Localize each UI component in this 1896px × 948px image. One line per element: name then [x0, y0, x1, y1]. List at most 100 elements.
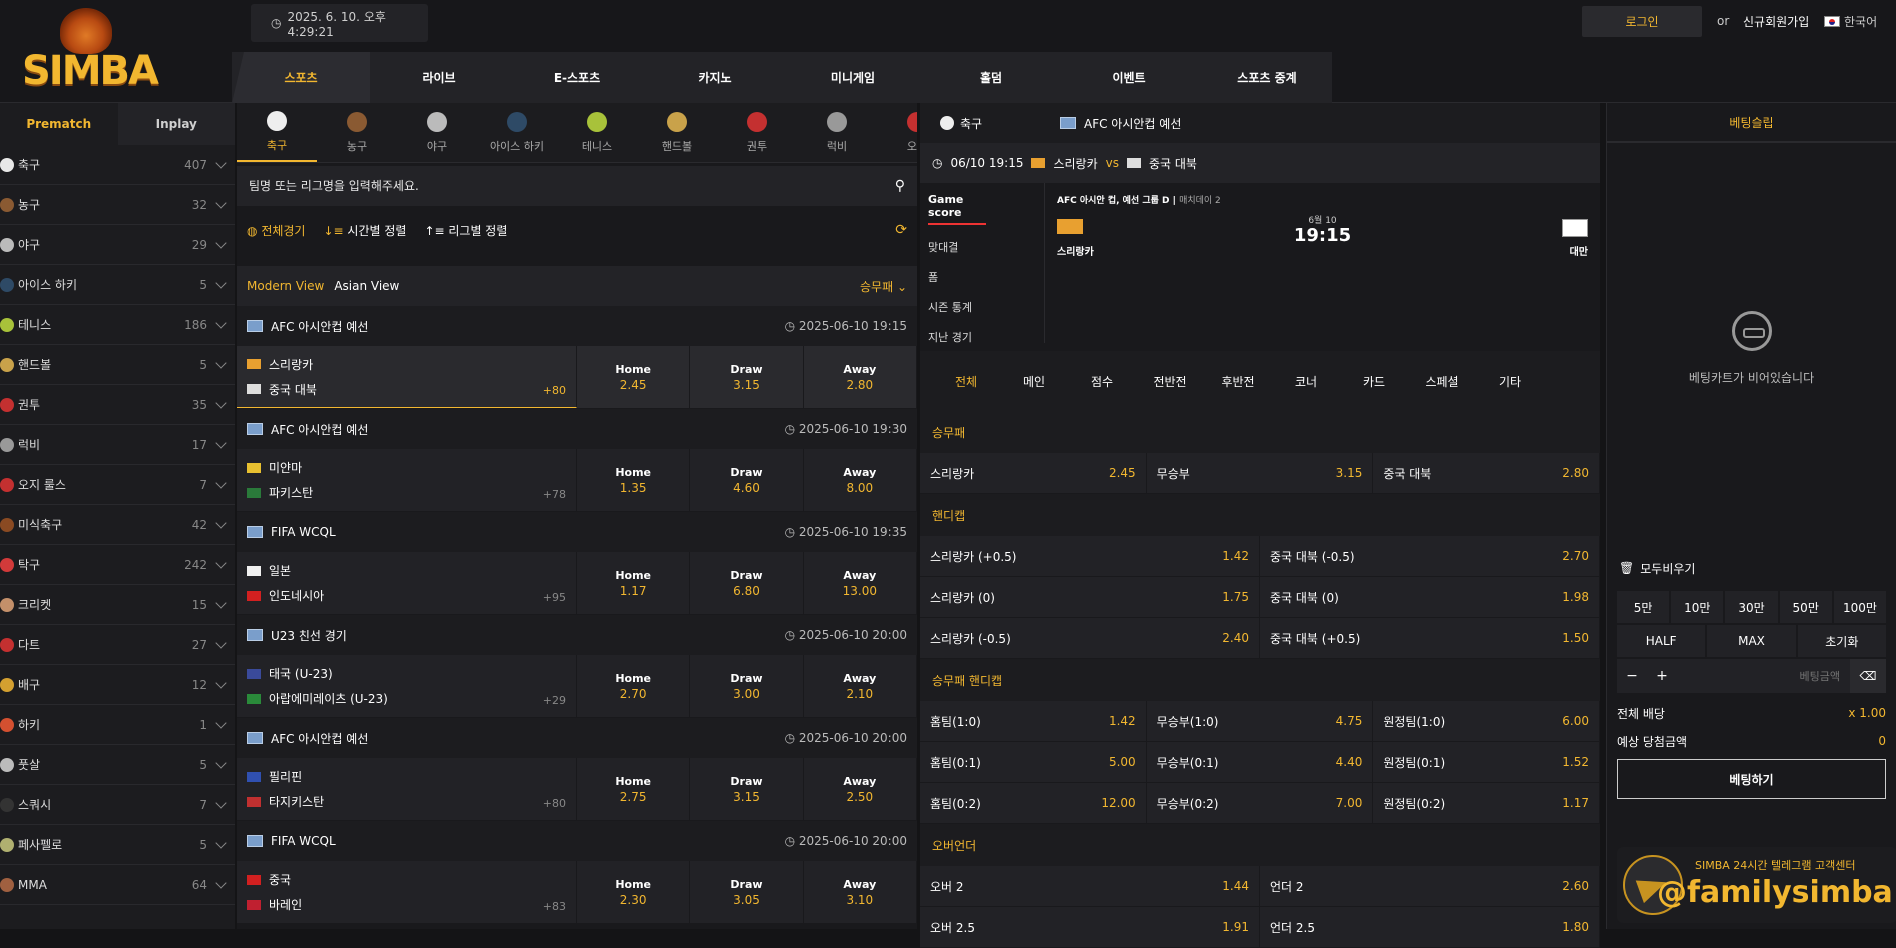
- match-teams[interactable]: 필리핀 타지키스탄 +80: [237, 758, 577, 820]
- odds-button[interactable]: Home 2.70: [577, 655, 691, 717]
- sidebar-item-15[interactable]: 풋살 5: [0, 745, 235, 785]
- sidebar-item-13[interactable]: 배구 12: [0, 665, 235, 705]
- nav-casino[interactable]: 카지노: [646, 52, 784, 103]
- market-odds-button[interactable]: 원정팀(0:1) 1.52: [1373, 742, 1601, 782]
- market-odds-button[interactable]: 중국 대북 (+0.5) 1.50: [1260, 618, 1600, 658]
- market-odds-button[interactable]: 스리랑카 (0) 1.75: [920, 577, 1260, 617]
- score-menu-form[interactable]: 폼: [928, 269, 1036, 285]
- sidebar-item-9[interactable]: 미식축구 42: [0, 505, 235, 545]
- bet-amount-input[interactable]: [1677, 669, 1850, 683]
- amount-button-2[interactable]: 30만: [1725, 591, 1778, 623]
- market-select[interactable]: 승무패 ⌄: [860, 278, 907, 295]
- score-menu-game-score[interactable]: Game score: [928, 193, 986, 225]
- search-icon[interactable]: ⚲: [895, 178, 905, 194]
- amount-action-0[interactable]: HALF: [1617, 625, 1706, 657]
- detail-league[interactable]: AFC 아시안컵 예선: [1020, 115, 1181, 132]
- sport-tab-2[interactable]: 야구: [397, 103, 477, 162]
- more-markets-count[interactable]: +80: [543, 384, 566, 397]
- odds-button[interactable]: Home 1.17: [577, 552, 691, 614]
- filter-by-time[interactable]: ↓≡ 시간별 정렬: [323, 222, 406, 239]
- market-odds-button[interactable]: 원정팀(1:0) 6.00: [1373, 701, 1601, 741]
- login-button[interactable]: 로그인: [1582, 6, 1702, 37]
- nav-live[interactable]: 라이브: [370, 52, 508, 103]
- odds-button[interactable]: Home 2.30: [577, 861, 691, 923]
- sidebar-item-10[interactable]: 탁구 242: [0, 545, 235, 585]
- market-odds-button[interactable]: 무승부(0:2) 7.00: [1147, 783, 1374, 823]
- nav-esports[interactable]: E-스포츠: [508, 52, 646, 103]
- odds-button[interactable]: Draw 6.80: [690, 552, 804, 614]
- match-teams[interactable]: 스리랑카 중국 대북 +80: [237, 346, 577, 408]
- bet-tab-4[interactable]: 후반전: [1204, 373, 1272, 390]
- sport-tab-5[interactable]: 핸드볼: [637, 103, 717, 162]
- market-odds-button[interactable]: 홈팀(0:1) 5.00: [920, 742, 1147, 782]
- market-odds-button[interactable]: 원정팀(0:2) 1.17: [1373, 783, 1601, 823]
- more-markets-count[interactable]: +95: [543, 591, 566, 604]
- sport-tab-4[interactable]: 테니스: [557, 103, 637, 162]
- filter-by-league[interactable]: ↑≡ 리그별 정렬: [424, 222, 507, 239]
- match-teams[interactable]: 태국 (U-23) 아랍에미레이츠 (U-23) +29: [237, 655, 577, 717]
- score-menu-last-games[interactable]: 지난 경기: [928, 329, 1036, 345]
- sidebar-item-14[interactable]: 하키 1: [0, 705, 235, 745]
- sport-tab-1[interactable]: 농구: [317, 103, 397, 162]
- increase-button[interactable]: +: [1647, 668, 1677, 684]
- bet-tab-5[interactable]: 코너: [1272, 373, 1340, 390]
- sport-tab-6[interactable]: 권투: [717, 103, 797, 162]
- modern-view-toggle[interactable]: Modern View: [247, 279, 324, 293]
- asian-view-toggle[interactable]: Asian View: [334, 279, 399, 293]
- tab-prematch[interactable]: Prematch: [0, 103, 118, 145]
- odds-button[interactable]: Draw 3.15: [690, 346, 804, 408]
- match-row[interactable]: 미얀마 파키스탄 +78 Home 1.35 Draw 4.60 Away 8.00: [237, 449, 917, 512]
- sidebar-item-12[interactable]: 다트 27: [0, 625, 235, 665]
- market-odds-button[interactable]: 스리랑카 (-0.5) 2.40: [920, 618, 1260, 658]
- market-odds-button[interactable]: 언더 2.5 1.80: [1260, 907, 1600, 947]
- odds-button[interactable]: Draw 3.00: [690, 655, 804, 717]
- nav-sports-stream[interactable]: 스포츠 중계: [1198, 52, 1336, 103]
- odds-button[interactable]: Away 13.00: [804, 552, 917, 614]
- sidebar-item-3[interactable]: 아이스 하키 5: [0, 265, 235, 305]
- signup-link[interactable]: 신규회원가입: [1743, 13, 1809, 30]
- sport-tab-3[interactable]: 아이스 하키: [477, 103, 557, 162]
- market-odds-button[interactable]: 무승부(1:0) 4.75: [1147, 701, 1374, 741]
- odds-button[interactable]: Home 1.35: [577, 449, 691, 511]
- odds-button[interactable]: Home 2.45: [577, 346, 691, 408]
- search-input[interactable]: [249, 179, 849, 193]
- sport-tab-0[interactable]: 축구: [237, 103, 317, 162]
- amount-button-0[interactable]: 5만: [1617, 591, 1670, 623]
- language-selector[interactable]: 한국어: [1824, 13, 1877, 30]
- sport-tab-8[interactable]: 오지: [877, 103, 917, 162]
- odds-button[interactable]: Home 2.75: [577, 758, 691, 820]
- sidebar-item-1[interactable]: 농구 32: [0, 185, 235, 225]
- sidebar-item-0[interactable]: 축구 407: [0, 145, 235, 185]
- bet-tab-6[interactable]: 카드: [1340, 373, 1408, 390]
- market-odds-button[interactable]: 스리랑카 (+0.5) 1.42: [920, 536, 1260, 576]
- match-row[interactable]: 중국 바레인 +83 Home 2.30 Draw 3.05 Away 3.10: [237, 861, 917, 924]
- more-markets-count[interactable]: +29: [543, 694, 566, 707]
- tab-inplay[interactable]: Inplay: [117, 103, 235, 145]
- odds-button[interactable]: Draw 3.15: [690, 758, 804, 820]
- sidebar-item-7[interactable]: 럭비 17: [0, 425, 235, 465]
- odds-button[interactable]: Away 8.00: [804, 449, 917, 511]
- odds-button[interactable]: Away 2.50: [804, 758, 917, 820]
- match-teams[interactable]: 일본 인도네시아 +95: [237, 552, 577, 614]
- market-odds-button[interactable]: 무승부 3.15: [1147, 453, 1374, 493]
- nav-minigame[interactable]: 미니게임: [784, 52, 922, 103]
- refresh-icon[interactable]: ⟳: [895, 222, 907, 238]
- market-odds-button[interactable]: 중국 대북 (0) 1.98: [1260, 577, 1600, 617]
- filter-all[interactable]: ◍ 전체경기: [247, 222, 305, 239]
- sidebar-item-5[interactable]: 핸드볼 5: [0, 345, 235, 385]
- market-odds-button[interactable]: 홈팀(1:0) 1.42: [920, 701, 1147, 741]
- amount-button-4[interactable]: 100만: [1833, 591, 1887, 623]
- match-row[interactable]: 필리핀 타지키스탄 +80 Home 2.75 Draw 3.15 Away 2.50: [237, 758, 917, 821]
- more-markets-count[interactable]: +83: [543, 900, 566, 913]
- odds-button[interactable]: Away 3.10: [804, 861, 917, 923]
- match-teams[interactable]: 중국 바레인 +83: [237, 861, 577, 923]
- market-odds-button[interactable]: 스리랑카 2.45: [920, 453, 1147, 493]
- odds-button[interactable]: Draw 4.60: [690, 449, 804, 511]
- nav-event[interactable]: 이벤트: [1060, 52, 1198, 103]
- market-odds-button[interactable]: 무승부(0:1) 4.40: [1147, 742, 1374, 782]
- bet-tab-7[interactable]: 스페셜: [1408, 373, 1476, 390]
- eraser-icon[interactable]: ⌫: [1850, 659, 1886, 693]
- odds-button[interactable]: Away 2.10: [804, 655, 917, 717]
- score-menu-season-stats[interactable]: 시즌 통계: [928, 299, 1036, 315]
- more-markets-count[interactable]: +80: [543, 797, 566, 810]
